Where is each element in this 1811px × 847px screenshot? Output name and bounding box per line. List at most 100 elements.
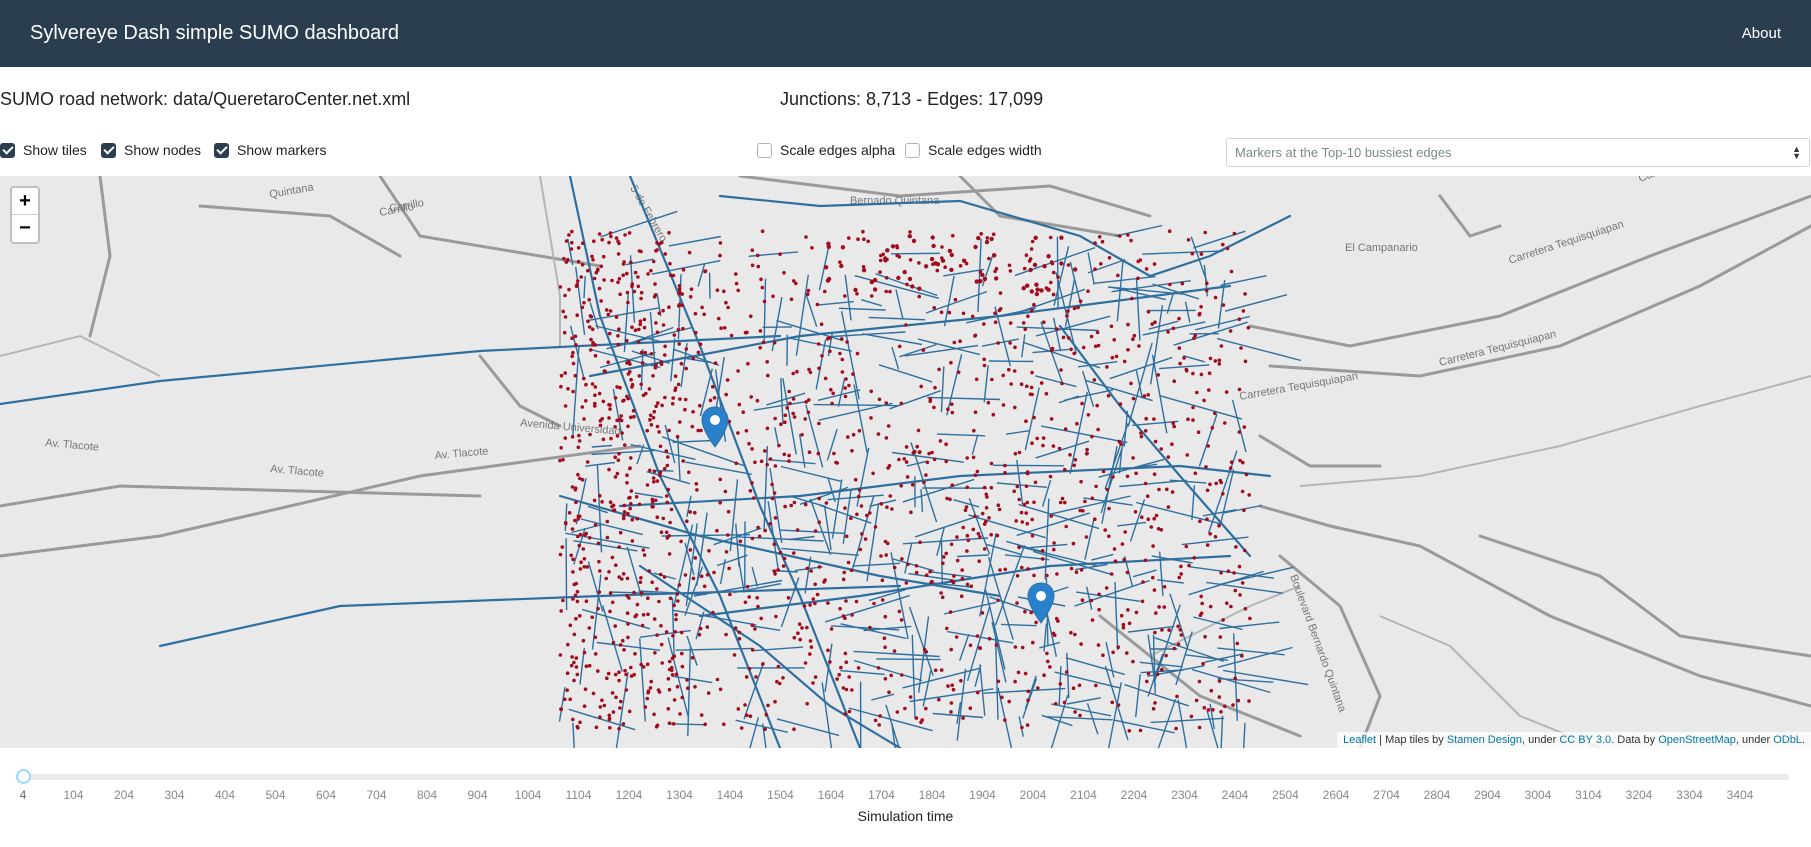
network-node [1110, 700, 1114, 705]
network-node [1013, 405, 1017, 410]
network-node [678, 397, 682, 401]
network-node [571, 361, 576, 366]
network-node [994, 643, 999, 647]
network-node [634, 495, 639, 499]
network-node [635, 516, 639, 521]
slider-tick: 104 [63, 788, 84, 802]
network-node [889, 673, 893, 678]
scale-edges-width-checkbox[interactable]: Scale edges width [905, 142, 1042, 158]
network-node [627, 496, 631, 500]
network-node [599, 264, 604, 269]
slider-rail[interactable] [23, 774, 1789, 780]
network-node [902, 457, 907, 461]
network-edge [1151, 354, 1168, 434]
network-node [918, 540, 922, 545]
show-nodes-checkbox[interactable]: Show nodes [101, 142, 201, 158]
show-tiles-checkbox[interactable]: Show tiles [0, 142, 87, 158]
checkbox-unchecked-icon[interactable] [905, 142, 920, 158]
network-node [690, 424, 695, 429]
network-node [1146, 671, 1151, 676]
network-node [908, 258, 913, 262]
network-node [1093, 344, 1098, 349]
network-node [1025, 723, 1030, 727]
network-node [600, 417, 604, 421]
network-node [1246, 325, 1251, 330]
network-node [886, 424, 891, 428]
markers-select[interactable]: Markers at the Top-10 bussiest edges ▲ ▼ [1226, 138, 1810, 167]
network-edge [876, 658, 941, 661]
network-edge [981, 338, 1020, 347]
scale-edges-alpha-checkbox[interactable]: Scale edges alpha [757, 142, 895, 158]
road-network-map[interactable]: Quintana Carrillo Carrillo Bernado Quintana… [0, 176, 1811, 748]
slider-handle[interactable] [16, 769, 31, 784]
network-node [1192, 556, 1197, 560]
network-node [688, 295, 693, 299]
place-label: Av. Tlacote [45, 437, 100, 454]
network-edge [1242, 722, 1246, 748]
checkbox-unchecked-icon[interactable] [757, 142, 772, 158]
network-node [577, 433, 581, 438]
network-edge [618, 464, 1272, 508]
network-node [653, 498, 658, 503]
leaflet-link[interactable]: Leaflet [1343, 734, 1376, 746]
network-node [838, 606, 842, 611]
checkbox-checked-icon[interactable] [214, 142, 229, 158]
about-link[interactable]: About [1742, 25, 1781, 42]
network-node [1145, 494, 1150, 499]
network-node [1166, 505, 1171, 509]
cc-by-link[interactable]: CC BY 3.0 [1559, 734, 1611, 746]
network-node [568, 623, 573, 628]
network-node [1073, 458, 1078, 462]
network-edge [1195, 315, 1250, 331]
network-node [575, 589, 580, 594]
network-node [954, 635, 959, 639]
checkbox-checked-icon[interactable] [101, 142, 116, 158]
network-node [1077, 683, 1082, 688]
zoom-out-button[interactable]: − [12, 215, 38, 242]
network-node [807, 450, 812, 455]
network-node [642, 553, 647, 557]
network-node [588, 348, 593, 352]
network-node [630, 325, 634, 329]
map-canvas[interactable]: QuintanaCarrilloCarrillo Bernado Quintana… [0, 176, 1811, 748]
network-node [1144, 416, 1148, 421]
network-node [843, 506, 847, 510]
network-node [949, 252, 954, 258]
checkbox-checked-icon[interactable] [0, 142, 15, 158]
network-node [593, 523, 598, 527]
network-node [649, 423, 654, 427]
osm-link[interactable]: OpenStreetMap [1658, 734, 1736, 746]
map-marker-icon[interactable] [701, 406, 729, 448]
network-edge [920, 489, 924, 512]
network-node [1061, 335, 1066, 340]
network-node [716, 316, 721, 321]
show-markers-checkbox[interactable]: Show markers [214, 142, 326, 158]
network-node [661, 308, 665, 313]
network-node [951, 687, 956, 692]
odbl-link[interactable]: ODbL [1773, 734, 1802, 746]
network-node [611, 710, 616, 714]
network-node [1199, 305, 1203, 309]
zoom-in-button[interactable]: + [12, 188, 38, 215]
network-node [656, 401, 660, 405]
network-node [1141, 580, 1145, 584]
network-edge [853, 659, 923, 682]
network-node [640, 361, 645, 365]
zoom-control: + − [10, 186, 40, 244]
network-node [1063, 500, 1067, 505]
network-node [1026, 698, 1030, 702]
network-node [1244, 472, 1249, 477]
network-edge [1035, 440, 1090, 459]
network-edge [957, 554, 989, 558]
network-node [643, 705, 648, 709]
network-node [572, 678, 576, 683]
network-node [574, 343, 578, 347]
network-node [621, 399, 625, 403]
map-marker-icon[interactable] [1027, 582, 1055, 624]
stamen-link[interactable]: Stamen Design [1447, 734, 1522, 746]
navbar-brand[interactable]: Sylvereye Dash simple SUMO dashboard [30, 22, 399, 45]
network-node [951, 233, 955, 238]
navbar: Sylvereye Dash simple SUMO dashboard Abo… [0, 0, 1811, 67]
network-node [615, 418, 619, 423]
network-node [791, 411, 795, 416]
